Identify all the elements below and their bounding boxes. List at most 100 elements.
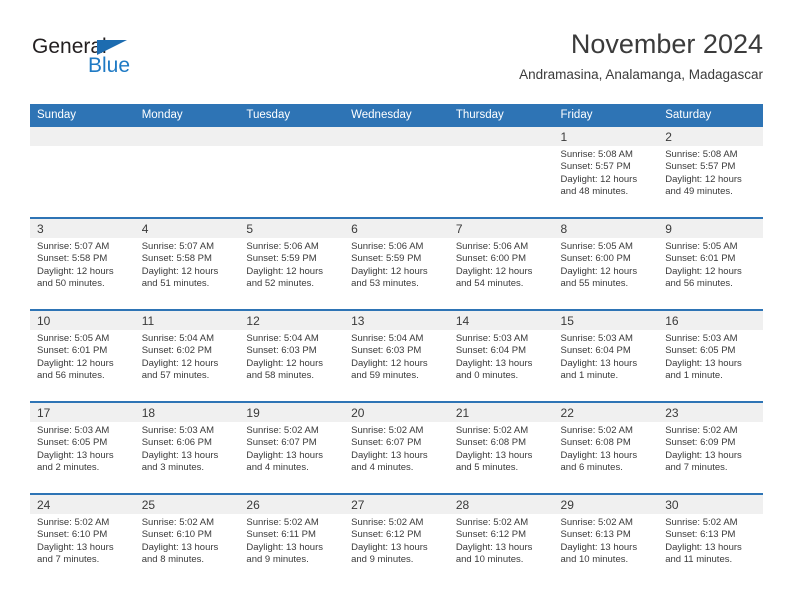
sunset-text: Sunset: 5:57 PM — [665, 161, 736, 173]
day-number: 1 — [553, 127, 659, 146]
daylight-text: Daylight: 12 hours and 56 minutes. — [37, 357, 114, 381]
day-cell[interactable]: 9 Sunrise: 5:05 AM Sunset: 6:01 PM Daylight… — [658, 217, 763, 310]
sunrise-text: Sunrise: 5:02 AM — [246, 517, 319, 528]
daylight-text: Daylight: 13 hours and 1 minute. — [665, 357, 742, 381]
day-cell[interactable]: 1 Sunrise: 5:08 AM Sunset: 5:57 PM Daylight… — [553, 125, 659, 218]
daylight-text: Daylight: 13 hours and 9 minutes. — [351, 541, 428, 565]
daylight-text: Daylight: 13 hours and 7 minutes. — [37, 541, 114, 565]
day-cell-empty — [134, 125, 240, 218]
calendar-week-row: 24 Sunrise: 5:02 AM Sunset: 6:10 PM Dayligh… — [30, 493, 763, 585]
day-cell[interactable]: 13 Sunrise: 5:04 AM Sunset: 6:03 PM Dayligh… — [344, 309, 449, 402]
sunrise-text: Sunrise: 5:08 AM — [665, 149, 738, 160]
daylight-text: Daylight: 13 hours and 0 minutes. — [455, 357, 533, 381]
day-cell[interactable]: 26 Sunrise: 5:02 AM Sunset: 6:11 PM Dayligh… — [239, 493, 345, 585]
day-sun-info: Sunrise: 5:03 AM Sunset: 6:04 PM Daylight:… — [554, 330, 659, 382]
sunset-text: Sunset: 6:10 PM — [37, 529, 108, 541]
sunset-text: Sunset: 6:04 PM — [560, 345, 631, 357]
sunrise-text: Sunrise: 5:02 AM — [455, 517, 529, 528]
day-cell[interactable]: 24 Sunrise: 5:02 AM Sunset: 6:10 PM Dayligh… — [30, 493, 135, 585]
day-cell[interactable]: 30 Sunrise: 5:02 AM Sunset: 6:13 PM Dayligh… — [658, 493, 763, 585]
day-sun-info: Sunrise: 5:02 AM Sunset: 6:11 PM Daylight:… — [239, 514, 344, 566]
sunset-text: Sunset: 5:59 PM — [246, 253, 317, 265]
day-number: 6 — [344, 219, 449, 238]
sunrise-text: Sunrise: 5:06 AM — [246, 241, 319, 252]
day-cell-empty — [239, 125, 345, 218]
day-cell[interactable]: 6 Sunrise: 5:06 AM Sunset: 5:59 PM Daylight… — [344, 217, 449, 310]
sunset-text: Sunset: 6:10 PM — [141, 529, 212, 541]
day-cell[interactable]: 5 Sunrise: 5:06 AM Sunset: 5:59 PM Daylight… — [239, 217, 345, 310]
calendar-week-row: 17 Sunrise: 5:03 AM Sunset: 6:05 PM Dayligh… — [30, 401, 763, 494]
day-number: 20 — [344, 403, 449, 422]
day-cell[interactable]: 21 Sunrise: 5:02 AM Sunset: 6:08 PM Dayligh… — [448, 401, 554, 494]
sunset-text: Sunset: 6:03 PM — [351, 345, 422, 357]
day-cell[interactable]: 10 Sunrise: 5:05 AM Sunset: 6:01 PM Dayligh… — [30, 309, 135, 402]
day-sun-info: Sunrise: 5:06 AM Sunset: 5:59 PM Daylight:… — [344, 238, 449, 290]
daylight-text: Daylight: 13 hours and 6 minutes. — [560, 449, 638, 473]
day-cell[interactable]: 2 Sunrise: 5:08 AM Sunset: 5:57 PM Daylight… — [658, 125, 763, 218]
day-number: 13 — [344, 311, 449, 330]
day-number: 10 — [30, 311, 135, 330]
daylight-text: Daylight: 12 hours and 51 minutes. — [141, 265, 219, 289]
day-sun-info: Sunrise: 5:04 AM Sunset: 6:03 PM Daylight:… — [239, 330, 344, 382]
daylight-text: Daylight: 13 hours and 10 minutes. — [455, 541, 533, 565]
day-sun-info: Sunrise: 5:02 AM Sunset: 6:08 PM Daylight:… — [554, 422, 659, 474]
sunset-text: Sunset: 6:08 PM — [560, 437, 631, 449]
sunrise-text: Sunrise: 5:03 AM — [141, 425, 215, 436]
sunset-text: Sunset: 5:59 PM — [351, 253, 422, 265]
daylight-text: Daylight: 12 hours and 55 minutes. — [560, 265, 638, 289]
sunset-text: Sunset: 6:07 PM — [246, 437, 317, 449]
day-cell-empty — [344, 125, 449, 218]
weekday-header-saturday: Saturday — [658, 104, 763, 126]
day-cell[interactable]: 29 Sunrise: 5:02 AM Sunset: 6:13 PM Dayligh… — [553, 493, 659, 585]
day-cell[interactable]: 17 Sunrise: 5:03 AM Sunset: 6:05 PM Dayligh… — [30, 401, 135, 494]
page-title: November 2024 — [570, 29, 763, 59]
date-bar — [30, 127, 135, 146]
sunset-text: Sunset: 6:04 PM — [455, 345, 527, 357]
day-cell[interactable]: 20 Sunrise: 5:02 AM Sunset: 6:07 PM Dayligh… — [344, 401, 449, 494]
day-sun-info: Sunrise: 5:06 AM Sunset: 6:00 PM Daylight:… — [449, 238, 554, 290]
day-cell[interactable]: 22 Sunrise: 5:02 AM Sunset: 6:08 PM Dayligh… — [553, 401, 659, 494]
day-sun-info: Sunrise: 5:03 AM Sunset: 6:05 PM Daylight:… — [658, 330, 763, 382]
day-cell[interactable]: 25 Sunrise: 5:02 AM Sunset: 6:10 PM Dayligh… — [134, 493, 240, 585]
day-number: 16 — [658, 311, 763, 330]
general-blue-logo[interactable]: General Blue — [30, 36, 210, 86]
day-cell[interactable]: 11 Sunrise: 5:04 AM Sunset: 6:02 PM Dayligh… — [134, 309, 240, 402]
day-number: 30 — [658, 495, 763, 514]
day-cell[interactable]: 23 Sunrise: 5:02 AM Sunset: 6:09 PM Dayligh… — [658, 401, 763, 494]
daylight-text: Daylight: 13 hours and 1 minute. — [560, 357, 638, 381]
daylight-text: Daylight: 13 hours and 3 minutes. — [141, 449, 219, 473]
day-sun-info: Sunrise: 5:03 AM Sunset: 6:05 PM Daylight:… — [30, 422, 135, 474]
day-sun-info: Sunrise: 5:05 AM Sunset: 6:01 PM Daylight:… — [30, 330, 135, 382]
blue-triangle-icon — [97, 40, 127, 55]
day-sun-info: Sunrise: 5:02 AM Sunset: 6:09 PM Daylight:… — [658, 422, 763, 474]
day-cell[interactable]: 18 Sunrise: 5:03 AM Sunset: 6:06 PM Dayligh… — [134, 401, 240, 494]
daylight-text: Daylight: 12 hours and 53 minutes. — [351, 265, 428, 289]
day-sun-info: Sunrise: 5:04 AM Sunset: 6:02 PM Daylight:… — [135, 330, 240, 382]
day-cell[interactable]: 7 Sunrise: 5:06 AM Sunset: 6:00 PM Daylight… — [448, 217, 554, 310]
day-number: 17 — [30, 403, 135, 422]
day-cell[interactable]: 12 Sunrise: 5:04 AM Sunset: 6:03 PM Dayligh… — [239, 309, 345, 402]
day-cell[interactable]: 14 Sunrise: 5:03 AM Sunset: 6:04 PM Dayligh… — [448, 309, 554, 402]
sunrise-text: Sunrise: 5:07 AM — [141, 241, 215, 252]
sunset-text: Sunset: 6:06 PM — [141, 437, 212, 449]
day-sun-info: Sunrise: 5:02 AM Sunset: 6:12 PM Daylight:… — [449, 514, 554, 566]
day-number: 3 — [30, 219, 135, 238]
sunset-text: Sunset: 6:02 PM — [141, 345, 212, 357]
daylight-text: Daylight: 12 hours and 59 minutes. — [351, 357, 428, 381]
day-number: 19 — [239, 403, 345, 422]
sunset-text: Sunset: 5:57 PM — [560, 161, 631, 173]
day-cell[interactable]: 4 Sunrise: 5:07 AM Sunset: 5:58 PM Daylight… — [134, 217, 240, 310]
sunrise-text: Sunrise: 5:07 AM — [37, 241, 110, 252]
day-cell[interactable]: 15 Sunrise: 5:03 AM Sunset: 6:04 PM Dayligh… — [553, 309, 659, 402]
day-number: 27 — [344, 495, 449, 514]
day-cell[interactable]: 3 Sunrise: 5:07 AM Sunset: 5:58 PM Daylight… — [30, 217, 135, 310]
weekday-header-monday: Monday — [134, 104, 240, 126]
sunrise-text: Sunrise: 5:02 AM — [455, 425, 529, 436]
day-cell[interactable]: 8 Sunrise: 5:05 AM Sunset: 6:00 PM Daylight… — [553, 217, 659, 310]
day-cell[interactable]: 19 Sunrise: 5:02 AM Sunset: 6:07 PM Dayligh… — [239, 401, 345, 494]
day-cell[interactable]: 28 Sunrise: 5:02 AM Sunset: 6:12 PM Dayligh… — [448, 493, 554, 585]
daylight-text: Daylight: 12 hours and 48 minutes. — [560, 173, 638, 197]
day-cell[interactable]: 16 Sunrise: 5:03 AM Sunset: 6:05 PM Dayligh… — [658, 309, 763, 402]
day-number: 21 — [448, 403, 554, 422]
day-cell[interactable]: 27 Sunrise: 5:02 AM Sunset: 6:12 PM Dayligh… — [344, 493, 449, 585]
